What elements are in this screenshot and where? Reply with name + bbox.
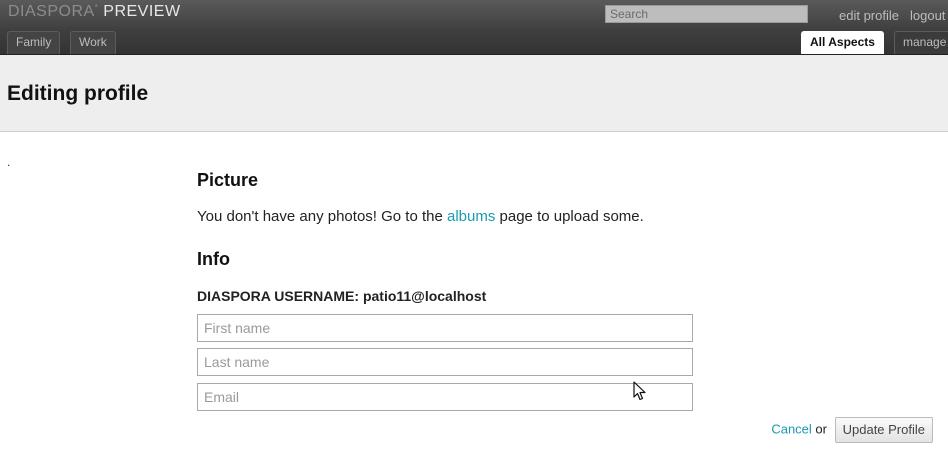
no-photos-text-before: You don't have any photos! Go to the xyxy=(197,208,447,225)
manage-aspects-tab[interactable]: manage xyxy=(894,31,948,54)
cancel-link[interactable]: Cancel xyxy=(771,421,811,436)
info-heading: Info xyxy=(197,249,230,269)
aspect-tab-all-aspects[interactable]: All Aspects xyxy=(801,31,884,54)
aspect-tab-family[interactable]: Family xyxy=(7,31,61,54)
no-photos-text-after: page to upload some. xyxy=(495,208,644,225)
mouse-cursor-icon xyxy=(633,381,646,401)
top-bar: DIASPORA* PREVIEW edit profile logout Fa… xyxy=(0,0,948,55)
form-actions: Cancel or Update Profile xyxy=(771,417,933,443)
username-label: DIASPORA USERNAME: xyxy=(197,288,363,304)
aspect-tab-work[interactable]: Work xyxy=(70,31,116,54)
edit-profile-link[interactable]: edit profile xyxy=(839,8,899,23)
logo-text: DIASPORA xyxy=(8,3,95,20)
update-profile-button[interactable]: Update Profile xyxy=(834,417,933,443)
search-input[interactable] xyxy=(605,5,808,23)
stray-dot: . xyxy=(7,155,11,169)
logout-link[interactable]: logout xyxy=(910,8,945,23)
logo-star: * xyxy=(94,3,99,12)
email-field[interactable] xyxy=(197,383,693,411)
or-text: or xyxy=(815,421,827,437)
page-title: Editing profile xyxy=(7,82,149,105)
no-photos-message: You don't have any photos! Go to the alb… xyxy=(197,208,644,225)
diaspora-logo[interactable]: DIASPORA* PREVIEW xyxy=(8,3,181,21)
diaspora-username: DIASPORA USERNAME: patio11@localhost xyxy=(197,288,486,304)
page-header: Editing profile xyxy=(0,55,948,132)
logo-subtext: PREVIEW xyxy=(103,3,181,20)
last-name-field[interactable] xyxy=(197,348,693,376)
username-value: patio11@localhost xyxy=(362,288,487,304)
albums-link[interactable]: albums xyxy=(447,208,495,225)
first-name-field[interactable] xyxy=(197,314,693,342)
picture-heading: Picture xyxy=(197,170,259,190)
